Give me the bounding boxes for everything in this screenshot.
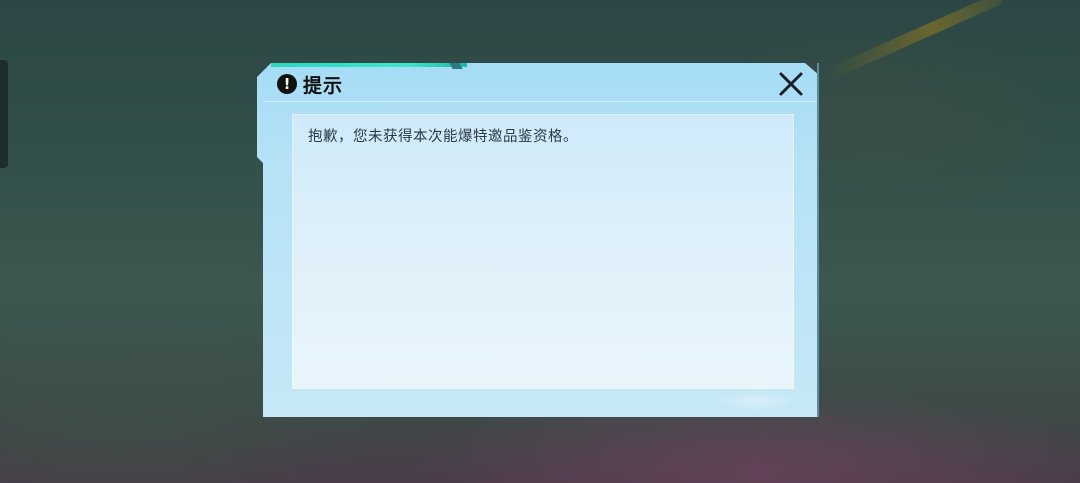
exclamation-circle-icon: ! (277, 74, 297, 94)
dialog-title: 提示 (303, 74, 344, 97)
dialog-header: ! 提示 (277, 67, 343, 101)
side-panel-tab (0, 60, 8, 168)
close-x-icon (779, 72, 803, 96)
header-divider (263, 101, 817, 102)
dialog-message: 抱歉，您未获得本次能爆特邀品鉴资格。 (308, 129, 578, 145)
corner-sparkle-decoration (697, 383, 807, 413)
close-button[interactable] (774, 67, 808, 101)
notice-dialog: ! 提示 抱歉，您未获得本次能爆特邀品鉴资格。 (257, 63, 819, 417)
message-panel: 抱歉，您未获得本次能爆特邀品鉴资格。 (292, 114, 794, 389)
